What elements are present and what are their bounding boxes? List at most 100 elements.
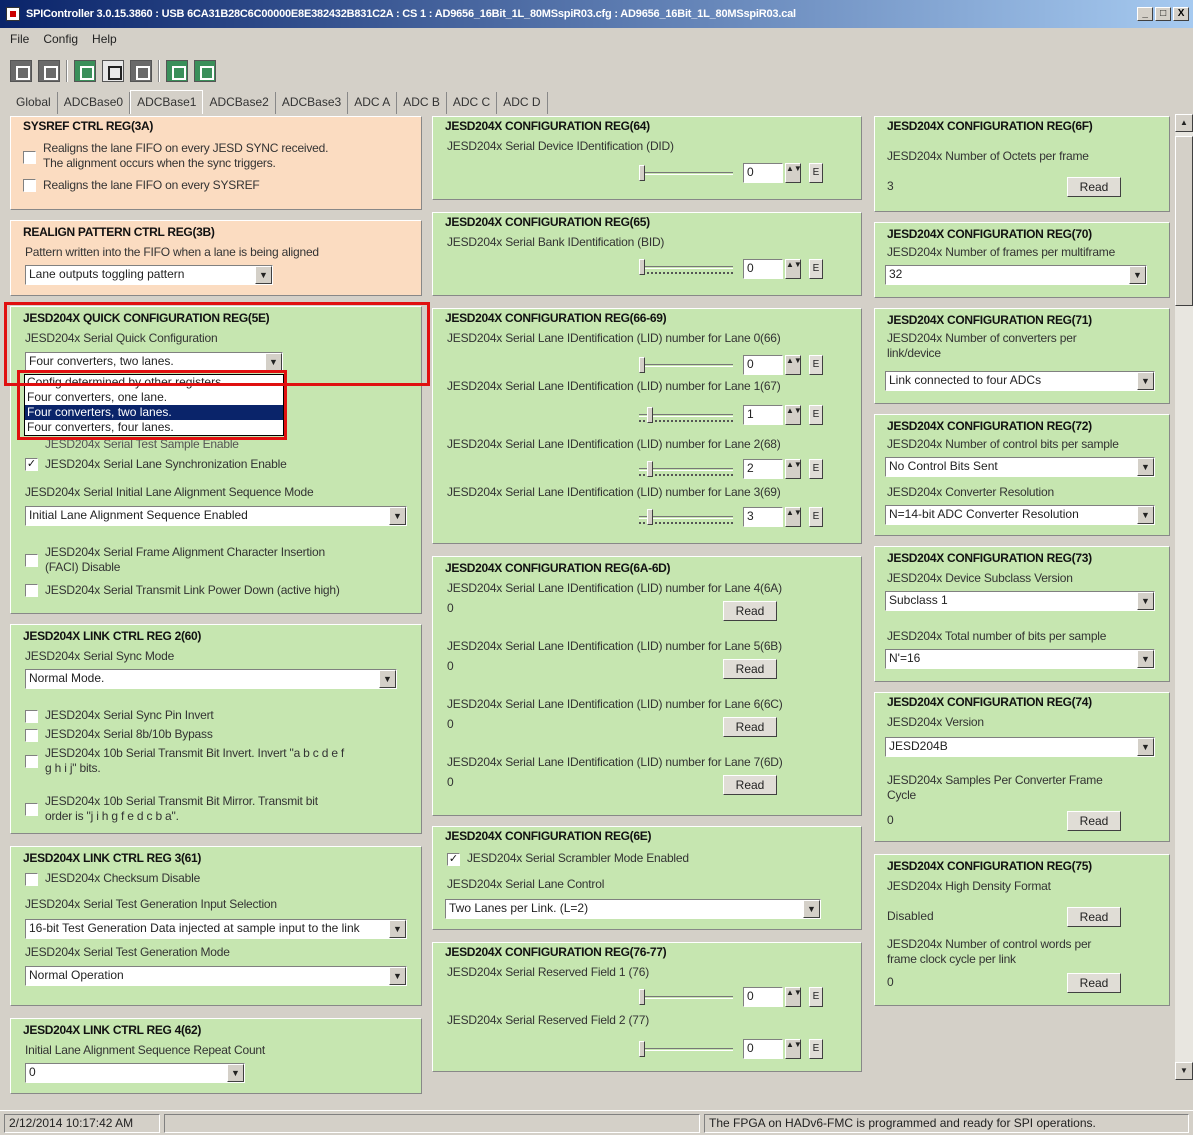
test-gen-input-select[interactable]: 16-bit Test Generation Data injected at … <box>25 919 407 939</box>
e-button[interactable]: E <box>809 163 823 183</box>
field-label: JESD204x Serial Lane IDentification (LID… <box>447 581 782 595</box>
ilas-mode-select[interactable]: Initial Lane Alignment Sequence Enabled ▼ <box>25 506 407 526</box>
panel-title: JESD204X CONFIGURATION REG(6A-6D) <box>445 561 671 575</box>
link-power-down-checkbox[interactable] <box>25 584 38 597</box>
spin-button[interactable]: ▲▼ <box>785 459 802 479</box>
spin-button[interactable]: ▲▼ <box>785 259 802 279</box>
lane1-slider[interactable] <box>639 407 733 425</box>
lane1-value[interactable]: 1 <box>743 405 783 425</box>
spin-button[interactable]: ▲▼ <box>785 405 802 425</box>
image-icon[interactable] <box>194 60 216 82</box>
e-button[interactable]: E <box>809 459 823 479</box>
lane-sync-checkbox[interactable]: ✓ <box>25 458 38 471</box>
did-slider[interactable] <box>639 165 733 183</box>
realign-pattern-select[interactable]: Lane outputs toggling pattern ▼ <box>25 265 273 285</box>
e-button[interactable]: E <box>809 259 823 279</box>
tab-adcbase1[interactable]: ADCBase1 <box>130 90 204 114</box>
octets-read-button[interactable]: Read <box>1067 177 1121 197</box>
bid-slider[interactable] <box>639 259 733 277</box>
spin-button[interactable]: ▲▼ <box>785 987 802 1007</box>
lane6-read-button[interactable]: Read <box>723 717 777 737</box>
reserved2-value[interactable]: 0 <box>743 1039 783 1059</box>
hd-format-read-button[interactable]: Read <box>1067 907 1121 927</box>
tab-adc-c[interactable]: ADC C <box>447 92 498 114</box>
lane3-value[interactable]: 3 <box>743 507 783 527</box>
bits-per-sample-select[interactable]: N'=16 ▼ <box>885 649 1155 669</box>
sysref-jesd-sync-checkbox[interactable] <box>23 151 36 164</box>
menu-help[interactable]: Help <box>92 32 117 46</box>
lane3-slider[interactable] <box>639 509 733 527</box>
tab-adc-d[interactable]: ADC D <box>497 92 548 114</box>
tab-adcbase0[interactable]: ADCBase0 <box>58 92 131 114</box>
reg72-panel: JESD204X CONFIGURATION REG(72) JESD204x … <box>874 414 1170 536</box>
lane5-read-button[interactable]: Read <box>723 659 777 679</box>
vertical-scrollbar[interactable]: ▲ ▼ <box>1175 114 1193 1080</box>
lane-control-select[interactable]: Two Lanes per Link. (L=2) ▼ <box>445 899 821 919</box>
close-button[interactable]: X <box>1173 7 1189 21</box>
scrambler-checkbox[interactable]: ✓ <box>447 853 460 866</box>
frames-per-multiframe-select[interactable]: 32 ▼ <box>885 265 1147 285</box>
menu-file[interactable]: File <box>10 32 29 46</box>
ilas-repeat-select[interactable]: 0 ▼ <box>25 1063 245 1083</box>
samples-read-button[interactable]: Read <box>1067 811 1121 831</box>
spin-button[interactable]: ▲▼ <box>785 1039 802 1059</box>
control-words-read-button[interactable]: Read <box>1067 973 1121 993</box>
tab-adcbase2[interactable]: ADCBase2 <box>203 92 276 114</box>
reserved1-value[interactable]: 0 <box>743 987 783 1007</box>
chart-icon[interactable] <box>166 60 188 82</box>
converters-select[interactable]: Link connected to four ADCs ▼ <box>885 371 1155 391</box>
lane2-value[interactable]: 2 <box>743 459 783 479</box>
checksum-disable-checkbox[interactable] <box>25 873 38 886</box>
tab-adcbase3[interactable]: ADCBase3 <box>276 92 349 114</box>
reserved1-slider[interactable] <box>639 989 733 1007</box>
tab-adc-b[interactable]: ADC B <box>397 92 447 114</box>
e-button[interactable]: E <box>809 405 823 425</box>
scroll-up-icon[interactable]: ▲ <box>1175 114 1193 132</box>
control-bits-select[interactable]: No Control Bits Sent ▼ <box>885 457 1155 477</box>
faci-disable-checkbox[interactable] <box>25 554 38 567</box>
reg65-panel: JESD204X CONFIGURATION REG(65) JESD204x … <box>432 212 862 296</box>
chip-icon[interactable] <box>38 60 60 82</box>
bid-value[interactable]: 0 <box>743 259 783 279</box>
lane2-slider[interactable] <box>639 461 733 479</box>
sysref-every-sysref-checkbox[interactable] <box>23 179 36 192</box>
spin-button[interactable]: ▲▼ <box>785 355 802 375</box>
test-gen-mode-select[interactable]: Normal Operation ▼ <box>25 966 407 986</box>
did-value[interactable]: 0 <box>743 163 783 183</box>
panel-title: JESD204X CONFIGURATION REG(74) <box>887 695 1092 709</box>
scroll-thumb[interactable] <box>1175 136 1193 306</box>
toolbar <box>0 54 1193 88</box>
sync-pin-invert-checkbox[interactable] <box>25 710 38 723</box>
bit-invert-checkbox[interactable] <box>25 755 38 768</box>
chevron-down-icon: ▼ <box>1137 372 1154 390</box>
subclass-select[interactable]: Subclass 1 ▼ <box>885 591 1155 611</box>
lane0-value[interactable]: 0 <box>743 355 783 375</box>
grid-icon[interactable] <box>130 60 152 82</box>
jesd-version-select[interactable]: JESD204B ▼ <box>885 737 1155 757</box>
sync-mode-select[interactable]: Normal Mode. ▼ <box>25 669 397 689</box>
bit-mirror-checkbox[interactable] <box>25 803 38 816</box>
maximize-button[interactable]: □ <box>1155 7 1171 21</box>
e-button[interactable]: E <box>809 507 823 527</box>
tab-global[interactable]: Global <box>10 92 58 114</box>
lane5-value: 0 <box>447 659 454 673</box>
spin-button[interactable]: ▲▼ <box>785 507 802 527</box>
checkbox-label: JESD204x Serial Frame Alignment Characte… <box>45 545 325 559</box>
lane7-read-button[interactable]: Read <box>723 775 777 795</box>
lane0-slider[interactable] <box>639 357 733 375</box>
e-button[interactable]: E <box>809 355 823 375</box>
e-button[interactable]: E <box>809 987 823 1007</box>
lane4-read-button[interactable]: Read <box>723 601 777 621</box>
scroll-down-icon[interactable]: ▼ <box>1175 1062 1193 1080</box>
menu-config[interactable]: Config <box>43 32 78 46</box>
reserved2-slider[interactable] <box>639 1041 733 1059</box>
save-icon[interactable] <box>10 60 32 82</box>
8b10b-bypass-checkbox[interactable] <box>25 729 38 742</box>
e-button[interactable]: E <box>809 1039 823 1059</box>
resolution-select[interactable]: N=14-bit ADC Converter Resolution ▼ <box>885 505 1155 525</box>
tab-adc-a[interactable]: ADC A <box>348 92 398 114</box>
spin-button[interactable]: ▲▼ <box>785 163 802 183</box>
run-icon[interactable] <box>74 60 96 82</box>
minimize-button[interactable]: _ <box>1137 7 1153 21</box>
window-icon[interactable] <box>102 60 124 82</box>
